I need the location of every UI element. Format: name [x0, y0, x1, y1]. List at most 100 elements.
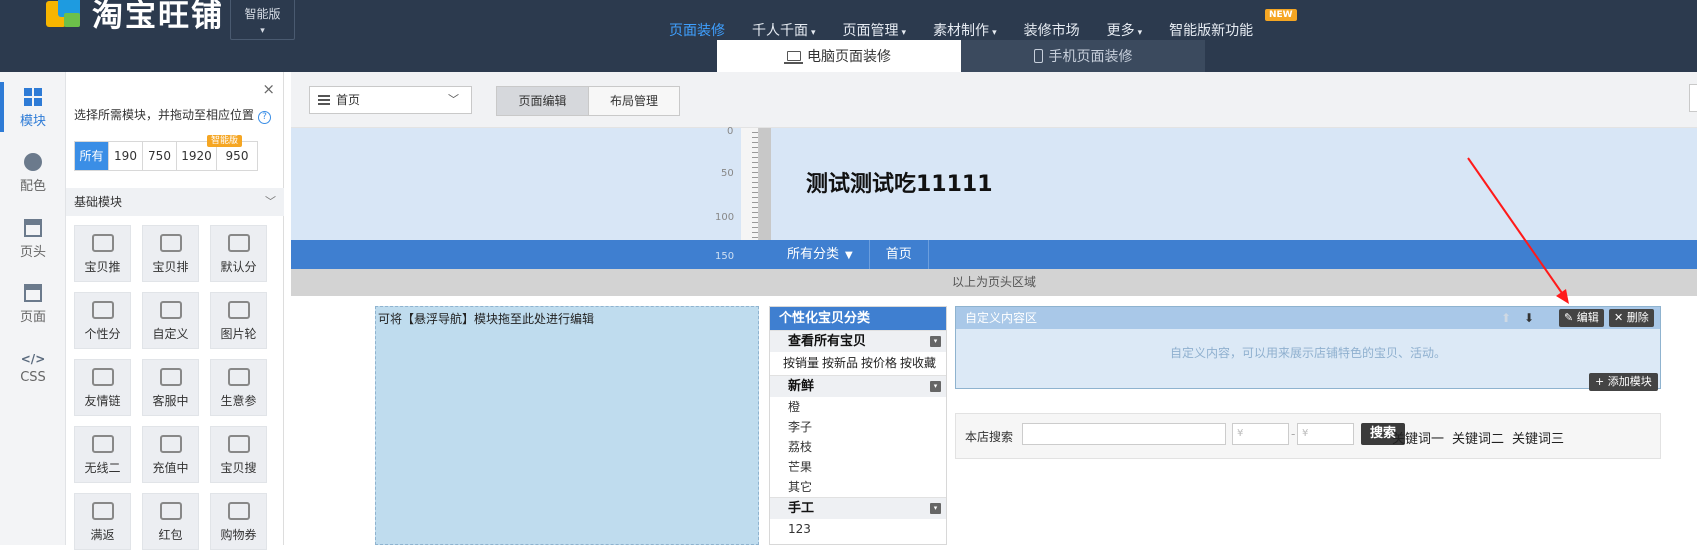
tab-pc-decor[interactable]: 电脑页面装修: [717, 40, 961, 72]
category-item[interactable]: 123: [770, 519, 946, 539]
collapse-icon[interactable]: ▾: [930, 503, 941, 514]
rail-item-header[interactable]: 页头: [0, 219, 66, 260]
edit-button[interactable]: ✎ 编辑: [1559, 309, 1604, 327]
bag-icon: [91, 234, 114, 252]
category-row-fresh[interactable]: 新鲜 ▾: [770, 375, 946, 397]
code-icon: </>: [20, 352, 46, 366]
rail-item-css[interactable]: </> CSS: [0, 352, 66, 385]
category-item[interactable]: 李子: [770, 417, 946, 437]
sort-by-fav[interactable]: 按收藏: [900, 356, 936, 370]
module-tile[interactable]: 红包: [142, 493, 199, 550]
rail-item-modules[interactable]: 模块: [0, 82, 66, 132]
page-select[interactable]: 首页 ﹀: [309, 86, 472, 114]
dropdown-arrow-icon: ▾: [992, 28, 997, 38]
module-tile[interactable]: 图片轮: [210, 292, 267, 349]
hot-keyword[interactable]: 关键词一: [1392, 428, 1444, 447]
section-basic-modules[interactable]: 基础模块 ﹀: [66, 188, 284, 216]
module-tile[interactable]: 宝贝排: [142, 225, 199, 282]
nav-item-more[interactable]: 更多 ▾: [1107, 20, 1143, 40]
list-icon: [227, 234, 250, 252]
category-module[interactable]: 个性化宝贝分类 查看所有宝贝 ▾ 按销量 按新品 按价格 按收藏 新鲜 ▾ 橙 李子 荔枝…: [769, 306, 947, 545]
hot-keyword[interactable]: 关键词二: [1452, 428, 1504, 447]
price-min-input[interactable]: ¥: [1232, 423, 1289, 445]
collapse-icon[interactable]: ▾: [930, 381, 941, 392]
filter-all[interactable]: 所有: [75, 142, 109, 170]
tab-page-edit[interactable]: 页面编辑: [497, 87, 588, 115]
filter-750[interactable]: 750: [143, 142, 177, 170]
module-tile[interactable]: 友情链: [74, 359, 131, 416]
compass-icon: [227, 368, 250, 386]
module-tile[interactable]: 个性分: [74, 292, 131, 349]
nav-item-page-manage[interactable]: 页面管理 ▾: [843, 20, 907, 40]
nav-item-market[interactable]: 装修市场: [1024, 20, 1080, 40]
category-item[interactable]: 荔枝: [770, 437, 946, 457]
ruler-mark: 100: [715, 212, 735, 223]
edit-mode-switch: 页面编辑 布局管理: [496, 86, 680, 116]
shop-nav-home[interactable]: 首页: [870, 240, 929, 269]
tab-layout-manage[interactable]: 布局管理: [588, 87, 679, 115]
search-label: 本店搜索: [965, 430, 1014, 444]
module-tile[interactable]: 生意参: [210, 359, 267, 416]
module-tile[interactable]: 满返: [74, 493, 131, 550]
price-max-input[interactable]: ¥: [1297, 423, 1354, 445]
module-tile[interactable]: 默认分: [210, 225, 267, 282]
module-tile[interactable]: 充值中: [142, 426, 199, 483]
module-tile[interactable]: 客服中: [142, 359, 199, 416]
category-item[interactable]: 其它: [770, 477, 946, 497]
sort-by-price[interactable]: 按价格: [861, 356, 897, 370]
sort-by-sales[interactable]: 按销量: [783, 356, 819, 370]
customer-service-icon: [159, 368, 182, 386]
module-tile[interactable]: 自定义: [142, 292, 199, 349]
arrow-down-icon[interactable]: ⬇: [1524, 307, 1534, 329]
close-icon: ✕: [1614, 311, 1627, 324]
grid-icon: [91, 502, 114, 520]
rail-item-colors[interactable]: 配色: [0, 153, 66, 194]
delete-button[interactable]: ✕ 删除: [1609, 309, 1654, 327]
edition-selector[interactable]: 智能版 ▾: [230, 0, 295, 40]
collapse-icon[interactable]: ▾: [930, 336, 941, 347]
nav-item-page-decor[interactable]: 页面装修: [669, 20, 725, 40]
tab-mobile-decor[interactable]: 手机页面装修: [961, 40, 1205, 72]
image-carousel-icon: [227, 301, 250, 319]
caret-down-icon: ▼: [845, 250, 853, 261]
nav-item-personalize[interactable]: 千人千面 ▾: [752, 20, 816, 40]
left-rail: 模块 配色 页头 页面 </> CSS: [0, 72, 66, 545]
red-packet-icon: [159, 502, 182, 520]
hot-keyword[interactable]: 关键词三: [1512, 428, 1564, 447]
search-keyword-input[interactable]: [1022, 423, 1226, 445]
sort-by-new[interactable]: 按新品: [822, 356, 858, 370]
logo[interactable]: 淘宝旺铺: [46, 0, 224, 35]
category-row-all[interactable]: 查看所有宝贝 ▾: [770, 330, 946, 352]
shop-title[interactable]: 测试测试吃11111: [806, 166, 993, 198]
module-tile[interactable]: 无线二: [74, 426, 131, 483]
category-item[interactable]: 橙: [770, 397, 946, 417]
editor-toolbar: 首页 ﹀ 页面编辑 布局管理: [291, 72, 1697, 128]
ruler-mark: 150: [715, 251, 735, 262]
module-tile[interactable]: 购物券: [210, 493, 267, 550]
palette-icon: [24, 153, 42, 171]
caret-down-icon: ▾: [260, 26, 265, 36]
nav-item-material[interactable]: 素材制作 ▾: [933, 20, 997, 40]
ruler-mark: 0: [727, 126, 734, 137]
filter-190[interactable]: 190: [109, 142, 143, 170]
header-icon: [24, 219, 42, 237]
close-icon[interactable]: ×: [262, 80, 275, 98]
module-tile[interactable]: 宝贝推: [74, 225, 131, 282]
add-module-button[interactable]: + 添加模块: [1589, 373, 1658, 391]
main-nav: 页面装修 千人千面 ▾ 页面管理 ▾ 素材制作 ▾ 装修市场 更多 ▾ 智能版新功能: [669, 20, 1280, 40]
category-row-handmade[interactable]: 手工 ▾: [770, 497, 946, 519]
top-bar: 淘宝旺铺 智能版 ▾ 页面装修 千人千面 ▾ 页面管理 ▾ 素材制作 ▾ 装修市场 更…: [0, 0, 1697, 72]
tag-icon: [91, 301, 114, 319]
toolbar-edge-button[interactable]: [1689, 84, 1697, 112]
float-nav-dropzone[interactable]: 可将【悬浮导航】模块拖至此处进行编辑: [375, 306, 759, 545]
nav-item-new-features[interactable]: 智能版新功能: [1169, 20, 1253, 40]
shop-search-module[interactable]: 本店搜索 ¥ - ¥ 搜索 关键词一 关键词二 关键词三: [955, 413, 1661, 459]
category-item[interactable]: 芒果: [770, 457, 946, 477]
module-panel: × 选择所需模块，并拖动至相应位置? 所有 190 750 1920 950 智…: [66, 72, 284, 550]
custom-content-module[interactable]: 自定义内容区 ⬆ ⬇ ✎ 编辑 ✕ 删除 自定义内容，可以用来展示店铺特色的宝贝…: [955, 306, 1661, 389]
help-icon[interactable]: ?: [258, 111, 272, 124]
arrow-up-icon[interactable]: ⬆: [1501, 307, 1511, 329]
shop-nav-all-categories[interactable]: 所有分类 ▼: [771, 240, 870, 269]
rail-item-page[interactable]: 页面: [0, 284, 66, 325]
module-tile[interactable]: 宝贝搜: [210, 426, 267, 483]
